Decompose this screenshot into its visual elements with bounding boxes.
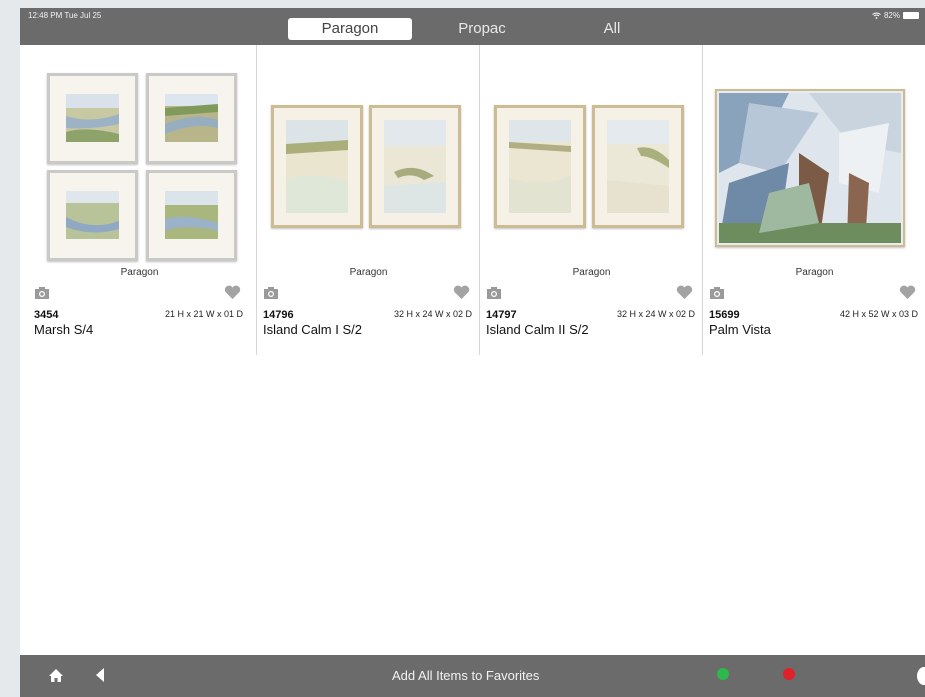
product-dimensions: 32 H x 24 W x 02 D [616,309,695,319]
product-dimensions: 21 H x 21 W x 01 D [164,309,243,319]
heart-icon[interactable] [676,285,693,300]
back-arrow-icon[interactable] [94,667,106,683]
artwork-panel [369,105,461,228]
home-icon[interactable] [48,668,64,683]
product-sku: 14796 [263,309,294,321]
product-image[interactable] [703,73,925,268]
product-card[interactable]: Paragon 15699 42 H x 52 W x 03 D Palm Vi… [702,45,925,355]
product-card[interactable]: Paragon 14796 32 H x 24 W x 02 D Island … [256,45,480,355]
camera-icon[interactable] [487,286,501,300]
product-brand: Paragon [572,267,611,278]
artwork-panel [146,170,237,261]
product-sku: 14797 [486,309,517,321]
artwork-panel [715,89,905,247]
artwork-panel [494,105,586,228]
product-sku: 3454 [34,309,59,321]
camera-icon[interactable] [264,286,278,300]
heart-icon[interactable] [224,285,241,300]
marsh-artwork [66,94,119,142]
product-image[interactable] [480,73,703,268]
legend-dot-red [783,668,795,680]
artwork-panel [271,105,363,228]
app-screen: 12:48 PM Tue Jul 25 82% Paragon Propac A… [20,8,925,697]
product-dimensions: 32 H x 24 W x 02 D [393,309,472,319]
segment-paragon[interactable]: Paragon [288,18,412,40]
status-indicators: 82% [872,11,919,20]
marsh-artwork [66,191,119,239]
product-name: Island Calm II S/2 [486,322,589,337]
battery-icon [903,12,919,19]
artwork-panel [146,73,237,164]
segment-propac[interactable]: Propac [420,18,544,40]
beach-artwork [286,120,348,213]
camera-icon[interactable] [35,286,49,300]
artwork-panel [47,73,138,164]
product-card[interactable]: Paragon 3454 21 H x 21 W x 01 D Marsh S/… [28,45,251,355]
artwork-panel [47,170,138,261]
status-time: 12:48 PM Tue Jul 25 [28,11,102,20]
battery-percent: 82% [883,11,900,20]
product-brand: Paragon [349,267,388,278]
legend-dot-green [717,668,729,680]
beach-artwork [607,120,669,213]
palm-artwork [719,93,901,243]
camera-icon[interactable] [710,286,724,300]
scroll-handle[interactable] [917,667,925,685]
marsh-artwork [165,94,218,142]
artwork-panel [592,105,684,228]
marsh-artwork [165,191,218,239]
status-legend [717,668,861,680]
product-name: Palm Vista [709,322,771,337]
product-brand: Paragon [795,267,834,278]
segment-all[interactable]: All [550,18,674,40]
heart-icon[interactable] [899,285,916,300]
product-dimensions: 42 H x 52 W x 03 D [839,309,918,319]
bottom-toolbar: Add All Items to Favorites [20,655,925,697]
product-image[interactable] [28,73,251,268]
beach-artwork [384,120,446,213]
product-brand: Paragon [120,267,159,278]
product-grid: Paragon 3454 21 H x 21 W x 01 D Marsh S/… [20,45,925,355]
top-bar: 12:48 PM Tue Jul 25 82% Paragon Propac A… [20,8,925,45]
product-image[interactable] [257,73,480,268]
beach-artwork [509,120,571,213]
product-name: Marsh S/4 [34,322,94,337]
wifi-icon [872,12,881,19]
add-all-favorites-button[interactable]: Add All Items to Favorites [392,668,539,683]
product-sku: 15699 [709,309,740,321]
product-card[interactable]: Paragon 14797 32 H x 24 W x 02 D Island … [479,45,703,355]
heart-icon[interactable] [453,285,470,300]
product-name: Island Calm I S/2 [263,322,362,337]
